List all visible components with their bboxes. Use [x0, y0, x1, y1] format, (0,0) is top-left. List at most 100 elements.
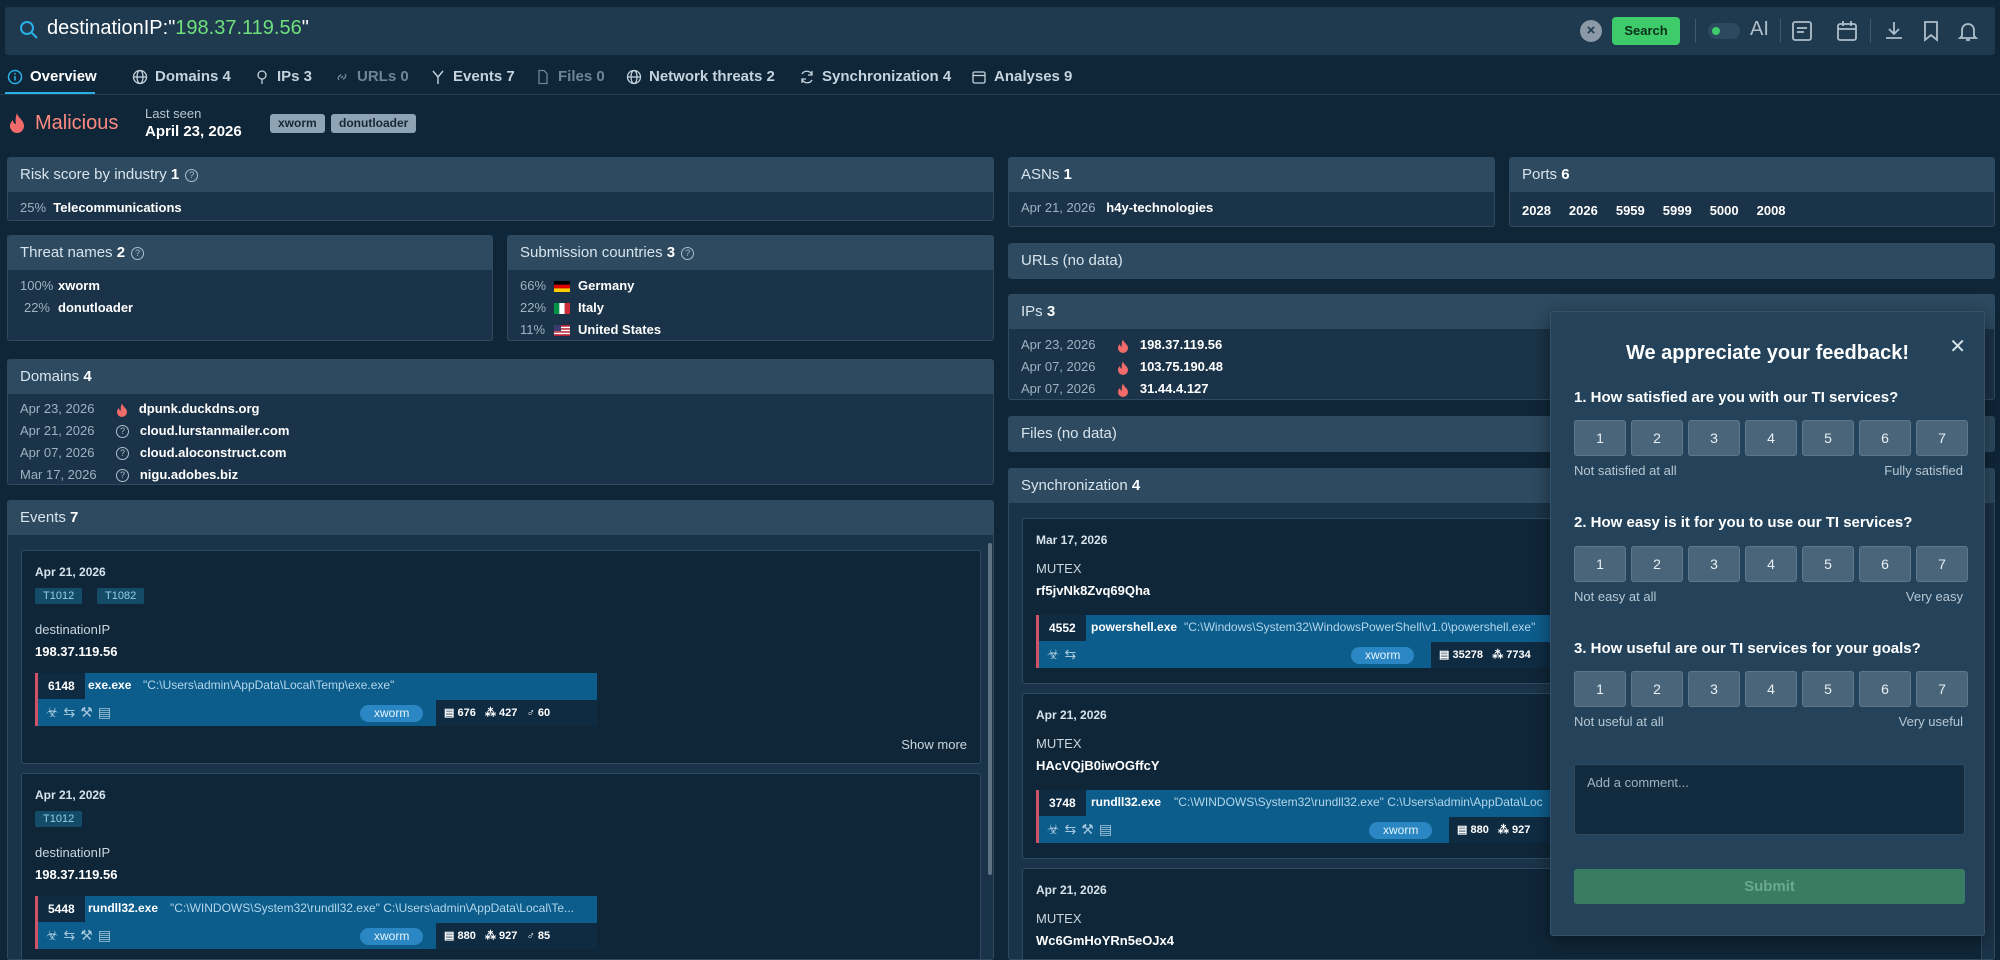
search-input[interactable]: destinationIP:"198.37.119.56"	[47, 17, 309, 40]
tab-urls[interactable]: URLs 0	[334, 68, 409, 85]
rating-button[interactable]: 6	[1859, 546, 1911, 582]
process-pid: 5448	[38, 896, 85, 922]
process-behavior-icons: ☣⇆⚒▤	[46, 704, 117, 720]
rating-button[interactable]: 6	[1859, 671, 1911, 707]
rating-button[interactable]: 7	[1916, 546, 1968, 582]
tab-events[interactable]: Events 7	[430, 68, 515, 85]
tab-overview[interactable]: Overview	[7, 68, 97, 85]
submit-button[interactable]: Submit	[1574, 869, 1965, 904]
rating-button[interactable]: 2	[1631, 420, 1683, 456]
rating-button[interactable]: 4	[1745, 420, 1797, 456]
list-item[interactable]: Apr 23, 2026 dpunk.duckdns.org	[20, 401, 259, 417]
rating-button[interactable]: 1	[1574, 420, 1626, 456]
comment-field[interactable]: Add a comment...	[1574, 764, 1965, 835]
flame-icon	[10, 113, 24, 133]
rating-scale: 1 2 3 4 5 6 7	[1574, 420, 1968, 456]
report-icon[interactable]	[1790, 19, 1814, 43]
panel-header: Risk score by industry 1?	[8, 158, 993, 192]
help-icon[interactable]: ?	[185, 168, 199, 182]
question-icon: ?	[116, 425, 129, 439]
list-item[interactable]: Mar 17, 2026? nigu.adobes.biz	[20, 467, 238, 483]
event-card[interactable]: Apr 21, 2026 T1012 destinationIP 198.37.…	[21, 773, 981, 959]
rating-button[interactable]: 5	[1802, 546, 1854, 582]
calendar-icon[interactable]	[1835, 19, 1859, 43]
event-card[interactable]: Apr 21, 2026 T1012 T1082 destinationIP 1…	[21, 550, 981, 764]
tab-synchronization[interactable]: Synchronization 4	[799, 68, 951, 85]
event-label: destinationIP	[35, 622, 111, 637]
panel-header: Events 7	[8, 501, 993, 535]
search-button[interactable]: Search	[1612, 17, 1680, 45]
events-panel: Events 7 Apr 21, 2026 T1012 T1082 destin…	[7, 500, 994, 960]
sync-type: MUTEX	[1036, 736, 1082, 751]
rating-scale: 1 2 3 4 5 6 7	[1574, 546, 1968, 582]
rating-button[interactable]: 3	[1688, 671, 1740, 707]
threat-tag[interactable]: donutloader	[331, 114, 417, 133]
process-behavior-icons: ☣⇆⚒▤	[46, 927, 117, 943]
port-value: 5999	[1662, 203, 1692, 218]
tab-ips[interactable]: IPs 3	[254, 68, 312, 85]
clear-search-button[interactable]: ×	[1580, 20, 1602, 42]
help-icon[interactable]: ?	[681, 246, 695, 260]
list-item[interactable]: Apr 21, 2026 h4y-technologies	[1021, 200, 1213, 215]
flame-icon	[1118, 361, 1128, 375]
close-icon[interactable]: ✕	[1949, 334, 1966, 359]
malware-pill[interactable]: xworm	[360, 705, 424, 722]
list-item[interactable]: Apr 21, 2026? cloud.lurstanmailer.com	[20, 423, 289, 439]
threat-tag[interactable]: xworm	[270, 114, 325, 133]
process-item[interactable]: 6148 exe.exe "C:\Users\admin\AppData\Loc…	[35, 673, 597, 726]
list-item: 25% Telecommunications	[20, 200, 182, 215]
list-item[interactable]: 100% xworm	[20, 278, 100, 293]
malware-pill[interactable]: xworm	[1369, 822, 1433, 839]
malware-pill[interactable]: xworm	[360, 928, 424, 945]
list-item[interactable]: Apr 23, 2026 198.37.119.56	[1021, 337, 1222, 353]
list-item[interactable]: Apr 07, 2026 31.44.4.127	[1021, 381, 1209, 397]
show-more-link[interactable]: Show more	[901, 737, 967, 752]
process-item[interactable]: 4552 powershell.exe "C:\Windows\System32…	[1036, 615, 1596, 668]
mitre-tag[interactable]: T1012	[35, 588, 83, 604]
rating-button[interactable]: 7	[1916, 671, 1968, 707]
rating-button[interactable]: 4	[1745, 546, 1797, 582]
panel-header: Ports 6	[1510, 158, 1994, 192]
rating-button[interactable]: 4	[1745, 671, 1797, 707]
rating-button[interactable]: 5	[1802, 671, 1854, 707]
rating-button[interactable]: 3	[1688, 420, 1740, 456]
rating-button[interactable]: 2	[1631, 546, 1683, 582]
feedback-question: 3. How useful are our TI services for yo…	[1574, 640, 1921, 657]
scrollbar[interactable]	[988, 543, 992, 875]
tab-domains[interactable]: Domains 4	[132, 68, 231, 85]
pin-icon	[257, 69, 267, 84]
tab-network-threats[interactable]: Network threats 2	[626, 68, 775, 85]
scale-low-label: Not useful at all	[1574, 714, 1664, 729]
rating-button[interactable]: 1	[1574, 671, 1626, 707]
process-item[interactable]: 3748 rundll32.exe "C:\WINDOWS\System32\r…	[1036, 790, 1596, 843]
list-item[interactable]: Apr 07, 2026? cloud.aloconstruct.com	[20, 445, 286, 461]
list-item[interactable]: Apr 07, 2026 103.75.190.48	[1021, 359, 1223, 375]
bookmark-icon[interactable]	[1919, 19, 1943, 43]
tab-files[interactable]: Files 0	[535, 68, 605, 85]
rating-button[interactable]: 7	[1916, 420, 1968, 456]
bell-icon[interactable]	[1956, 19, 1980, 43]
tab-analyses[interactable]: Analyses 9	[971, 68, 1072, 85]
rating-button[interactable]: 6	[1859, 420, 1911, 456]
rating-button[interactable]: 2	[1631, 671, 1683, 707]
download-icon[interactable]	[1882, 19, 1906, 43]
question-icon: ?	[116, 447, 129, 461]
calendar-icon	[972, 70, 986, 84]
rating-button[interactable]: 1	[1574, 546, 1626, 582]
rating-button[interactable]: 3	[1688, 546, 1740, 582]
process-name: exe.exe	[88, 678, 132, 692]
sync-value: HAcVQjB0iwOGffcY	[1036, 758, 1160, 773]
list-item[interactable]: 22% donutloader	[20, 300, 133, 315]
process-item[interactable]: 5448 rundll32.exe "C:\WINDOWS\System32\r…	[35, 896, 597, 949]
help-icon[interactable]: ?	[131, 246, 145, 260]
sync-value: Wc6GmHoYRn5eOJx4	[1036, 933, 1174, 948]
process-behavior-icons: ☣⇆	[1047, 646, 1082, 662]
mitre-tag[interactable]: T1012	[35, 811, 83, 827]
ai-toggle[interactable]	[1708, 23, 1740, 39]
mitre-tag[interactable]: T1082	[97, 588, 145, 604]
port-value: 2028	[1522, 203, 1551, 218]
malware-pill[interactable]: xworm	[1351, 647, 1415, 664]
rating-button[interactable]: 5	[1802, 420, 1854, 456]
flag-italy-icon	[554, 303, 570, 315]
sync-icon	[801, 70, 813, 83]
